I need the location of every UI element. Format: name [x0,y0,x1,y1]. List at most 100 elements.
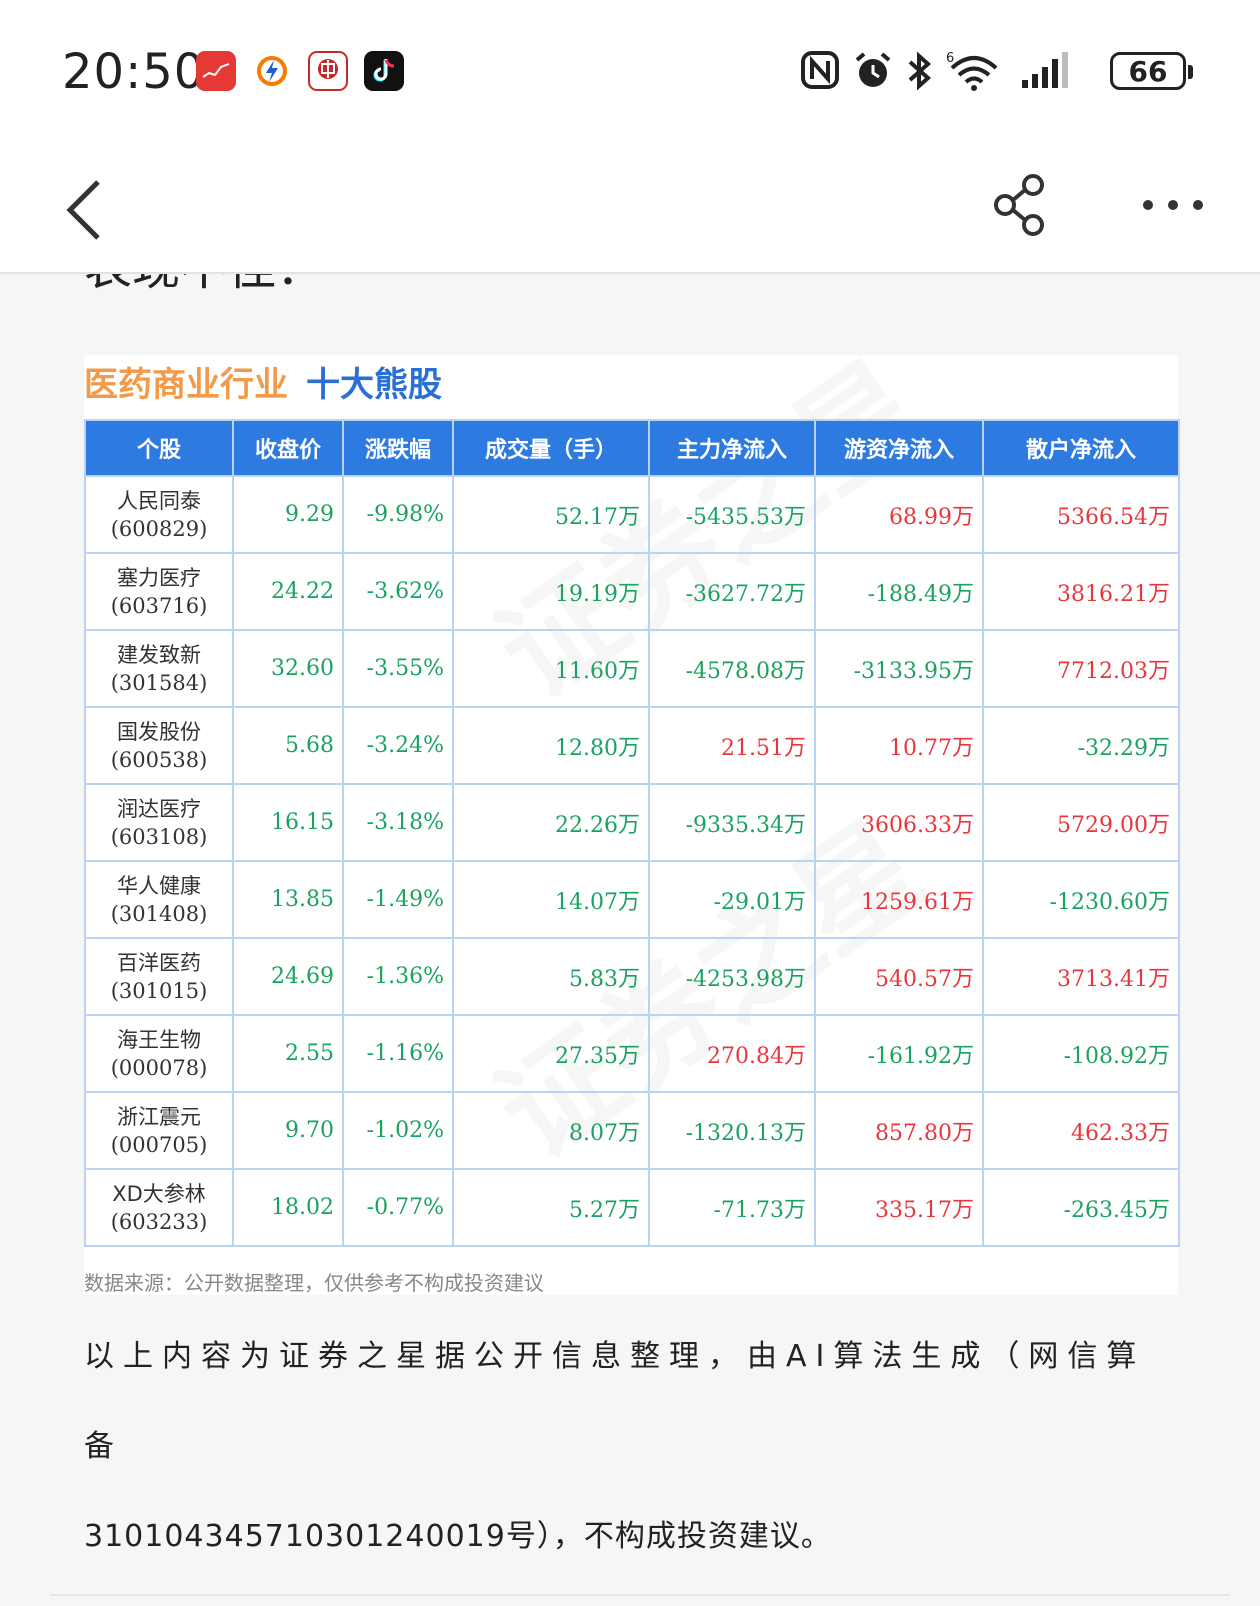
data-source-note: 数据来源：公开数据整理，仅供参考不构成投资建议 [84,1271,544,1295]
change-pct: -1.16% [342,1014,454,1093]
table-row: 浙江震元 (000705) 9.70 -1.02% 8.07万 -1320.13万 857.… [84,1091,1180,1170]
app-zhongtai-securities-icon [308,51,348,91]
close-price: 9.70 [232,1091,344,1170]
main-inflow: -1320.13万 [648,1091,816,1170]
header-main-inflow: 主力净流入 [648,419,816,477]
stock-name: 塞力医疗 [117,565,201,590]
app-red-chart-icon [196,51,236,91]
table-row: 海王生物 (000078) 2.55 -1.16% 27.35万 270.84万 -161.… [84,1014,1180,1093]
volume: 52.17万 [452,475,650,554]
change-pct: -1.02% [342,1091,454,1170]
scrolled-heading-fragment: 表现不佳： [84,274,484,292]
close-price: 9.29 [232,475,344,554]
header-change: 涨跌幅 [342,419,454,477]
change-pct: -3.18% [342,783,454,862]
stock-name: 润达医疗 [117,796,201,821]
main-inflow: -29.01万 [648,860,816,939]
volume: 11.60万 [452,629,650,708]
stock-name: 建发致新 [117,642,201,667]
hot-money-inflow: 335.17万 [814,1168,984,1247]
stock-cell: 浙江震元 (000705) [84,1091,234,1170]
stock-table-image: 证券之星 证券之星 医药商业行业十大熊股 个股 收盘价 涨跌幅 成交量（手） 主… [84,355,1180,1295]
close-price: 16.15 [232,783,344,862]
stock-code: (603716) [110,593,208,618]
back-button[interactable] [60,170,120,250]
main-inflow: -4578.08万 [648,629,816,708]
main-inflow: -5435.53万 [648,475,816,554]
app-orange-bolt-icon [252,51,292,91]
stock-cell: 润达医疗 (603108) [84,783,234,862]
main-inflow: -9335.34万 [648,783,816,862]
share-icon [994,174,1044,236]
table-row: XD大参林 (603233) 18.02 -0.77% 5.27万 -71.73万 335.… [84,1168,1180,1247]
stock-cell: 百洋医药 (301015) [84,937,234,1016]
header-close: 收盘价 [232,419,344,477]
hot-money-inflow: -188.49万 [814,552,984,631]
hot-money-inflow: 857.80万 [814,1091,984,1170]
nfc-icon [800,50,840,99]
hot-money-inflow: 540.57万 [814,937,984,1016]
disclaimer-line-2: 310104345710301240019号），不构成投资建议。 [84,1519,832,1554]
stock-code: (301584) [110,670,208,695]
volume: 19.19万 [452,552,650,631]
status-bar: 20:50 6 66 [0,0,1260,140]
change-pct: -1.36% [342,937,454,1016]
stock-name: 国发股份 [117,719,201,744]
volume: 27.35万 [452,1014,650,1093]
close-price: 18.02 [232,1168,344,1247]
volume: 12.80万 [452,706,650,785]
change-pct: -3.24% [342,706,454,785]
table-row: 人民同泰 (600829) 9.29 -9.98% 52.17万 -5435.53万 68.… [84,475,1180,554]
bluetooth-icon [906,50,934,101]
hot-money-inflow: 3606.33万 [814,783,984,862]
table-row: 润达医疗 (603108) 16.15 -3.18% 22.26万 -9335.34万 36… [84,783,1180,862]
change-pct: -9.98% [342,475,454,554]
change-pct: -0.77% [342,1168,454,1247]
retail-inflow: 3713.41万 [982,937,1180,1016]
stock-code: (600829) [110,516,208,541]
main-inflow: -4253.98万 [648,937,816,1016]
table-header-row: 个股 收盘价 涨跌幅 成交量（手） 主力净流入 游资净流入 散户净流入 [84,419,1180,477]
main-inflow: -71.73万 [648,1168,816,1247]
stock-table: 个股 收盘价 涨跌幅 成交量（手） 主力净流入 游资净流入 散户净流入 人民同泰… [84,419,1180,1247]
stock-cell: 人民同泰 (600829) [84,475,234,554]
stock-code: (000078) [110,1055,208,1080]
retail-inflow: -108.92万 [982,1014,1180,1093]
table-row: 塞力医疗 (603716) 24.22 -3.62% 19.19万 -3627.72万 -1… [84,552,1180,631]
stock-code: (301015) [110,978,208,1003]
retail-inflow: 3816.21万 [982,552,1180,631]
stock-code: (301408) [110,901,208,926]
close-price: 13.85 [232,860,344,939]
stock-code: (000705) [110,1132,208,1157]
close-price: 24.22 [232,552,344,631]
chevron-left-icon [66,180,100,240]
disclaimer-line-1: 以上内容为证券之星据公开信息整理，由AI算法生成（网信算备 [84,1339,1146,1464]
hot-money-inflow: -3133.95万 [814,629,984,708]
retail-inflow: -263.45万 [982,1168,1180,1247]
hot-money-inflow: 1259.61万 [814,860,984,939]
header-stock: 个股 [84,419,234,477]
hot-money-inflow: 10.77万 [814,706,984,785]
app-tiktok-icon [364,51,404,91]
stock-name: 海王生物 [117,1027,201,1052]
more-button[interactable] [1138,190,1208,220]
more-dots-icon [1143,200,1203,210]
volume: 5.83万 [452,937,650,1016]
share-button[interactable] [990,172,1050,238]
wifi-icon: 6 [944,48,1004,101]
stock-code: (603233) [110,1209,208,1234]
main-inflow: 270.84万 [648,1014,816,1093]
table-row: 国发股份 (600538) 5.68 -3.24% 12.80万 21.51万 10.77万… [84,706,1180,785]
stock-cell: 海王生物 (000078) [84,1014,234,1093]
header-volume: 成交量（手） [452,419,650,477]
close-price: 32.60 [232,629,344,708]
volume: 14.07万 [452,860,650,939]
close-price: 5.68 [232,706,344,785]
table-title: 医药商业行业 十大熊股 [84,365,442,405]
retail-inflow: 5366.54万 [982,475,1180,554]
change-pct: -1.49% [342,860,454,939]
main-inflow: -3627.72万 [648,552,816,631]
header-hot-money-inflow: 游资净流入 [814,419,984,477]
stock-cell: 华人健康 (301408) [84,860,234,939]
alarm-icon [852,50,894,101]
